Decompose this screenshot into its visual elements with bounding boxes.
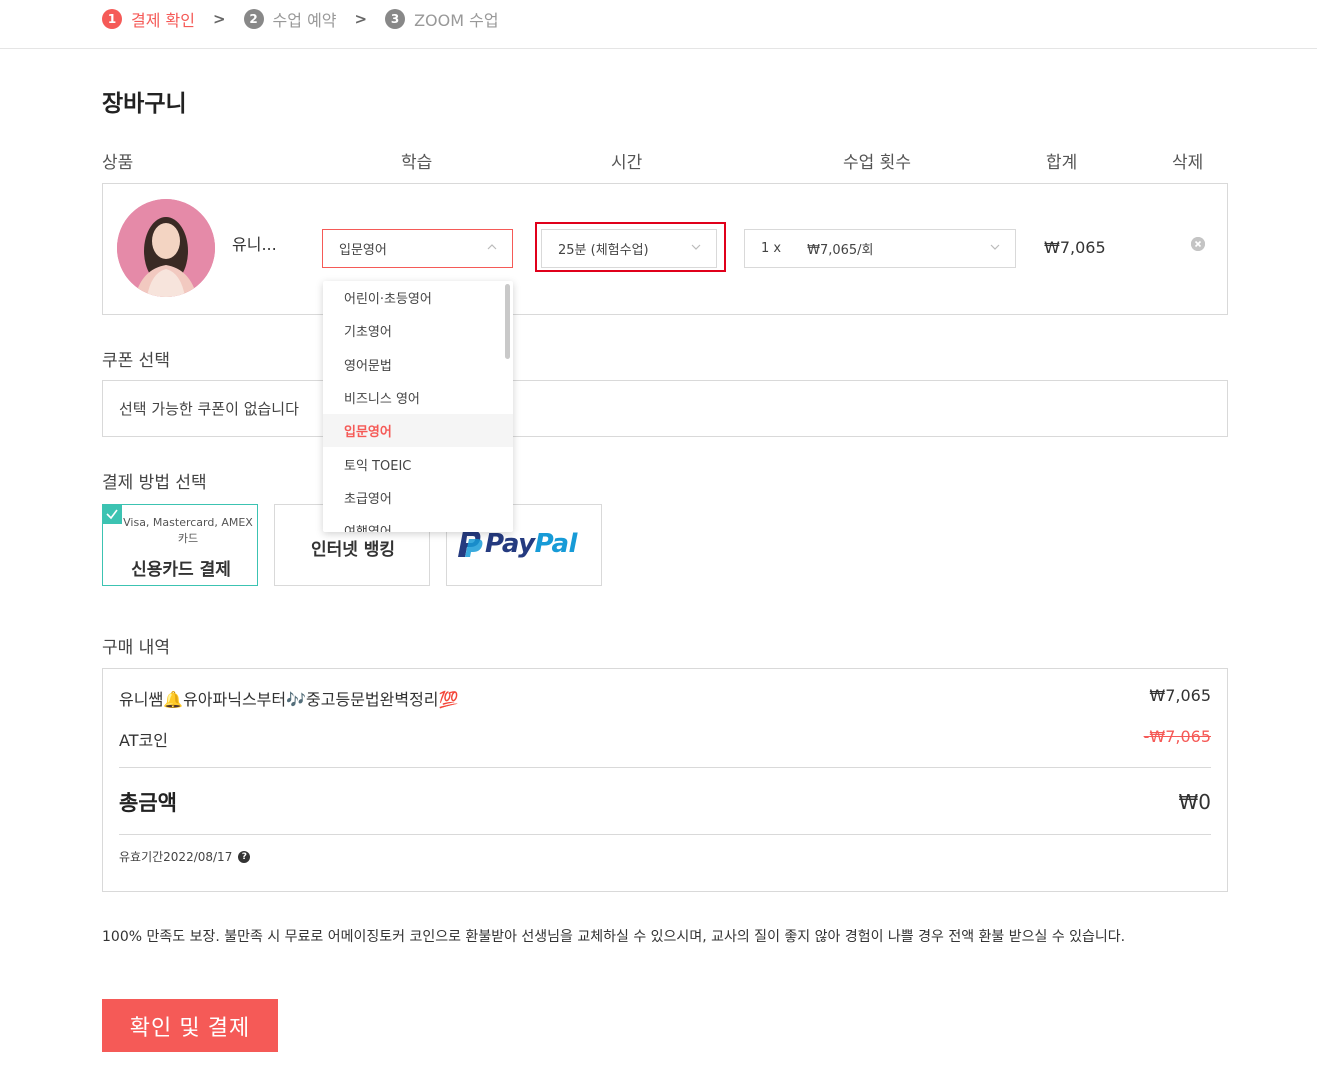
chevron-right-icon: > xyxy=(354,10,368,28)
lesson-count-select[interactable]: 1 x ₩7,065/회 xyxy=(744,229,1016,268)
coupon-select[interactable]: 선택 가능한 쿠폰이 없습니다 xyxy=(102,380,1228,437)
study-select[interactable]: 입문영어 xyxy=(322,229,513,268)
history-coin-label: AT코인 xyxy=(119,731,168,750)
paypal-logo: Pay Pal xyxy=(455,529,577,559)
coupon-placeholder: 선택 가능한 쿠폰이 없습니다 xyxy=(119,400,299,418)
credit-card-brands-line1: Visa, Mastercard, AMEX xyxy=(123,516,253,529)
top-divider xyxy=(0,48,1317,49)
step-label-2: 수업 예약 xyxy=(272,11,337,30)
coupon-label: 쿠폰 선택 xyxy=(102,351,170,371)
step-class-booking: 2 수업 예약 xyxy=(243,7,337,31)
history-item-price: ₩7,065 xyxy=(1149,686,1211,705)
header-delete: 삭제 xyxy=(1172,153,1204,173)
dropdown-item[interactable]: 여행영어 xyxy=(323,514,513,532)
dropdown-item-selected[interactable]: 입문영어 xyxy=(323,414,513,448)
dropdown-scrollbar[interactable] xyxy=(505,284,510,359)
credit-card-brands-line2: 카드 xyxy=(177,532,199,545)
step-number-2: 2 xyxy=(243,9,264,29)
credit-card-option[interactable]: Visa, Mastercard, AMEX 카드 신용카드 결제 xyxy=(102,504,258,586)
credit-card-label: 신용카드 결제 xyxy=(131,560,231,580)
delete-item-button[interactable] xyxy=(1191,237,1205,251)
validity-text: 유효기간2022/08/17 xyxy=(119,850,233,864)
header-count: 수업 횟수 xyxy=(843,153,911,173)
dropdown-item[interactable]: 기초영어 xyxy=(323,314,513,347)
header-total: 합계 xyxy=(1046,153,1078,173)
dropdown-item[interactable]: 영어문법 xyxy=(323,348,513,381)
count-price: ₩7,065/회 xyxy=(807,243,874,258)
header-study: 학습 xyxy=(401,153,433,173)
checkout-steps: 1 결제 확인 > 2 수업 예약 > 3 ZOOM 수업 xyxy=(102,6,499,32)
dropdown-item[interactable]: 비즈니스 영어 xyxy=(323,381,513,414)
header-time: 시간 xyxy=(611,153,643,173)
total-label: 총금액 xyxy=(119,791,177,815)
dropdown-item[interactable]: 초급영어 xyxy=(323,481,513,514)
internet-banking-label: 인터넷 뱅킹 xyxy=(310,540,396,560)
study-select-value: 입문영어 xyxy=(339,243,387,258)
history-item-row: 유니쌤🔔유아파닉스부터🎶중고등문법완벽정리💯 ₩7,065 xyxy=(119,686,1211,710)
help-icon[interactable]: ? xyxy=(238,850,251,863)
history-coin-value: -₩7,065 xyxy=(1143,727,1211,746)
chevron-right-icon: > xyxy=(212,10,226,28)
page-title: 장바구니 xyxy=(102,91,187,117)
product-name[interactable]: 유니... xyxy=(232,231,277,255)
history-total-row: 총금액 ₩0 xyxy=(119,787,1211,817)
chevron-down-icon xyxy=(989,241,1001,253)
header-product: 상품 xyxy=(102,153,134,173)
step-number-1: 1 xyxy=(102,9,122,29)
confirm-and-pay-button[interactable]: 확인 및 결제 xyxy=(102,999,278,1052)
close-icon xyxy=(1191,237,1205,251)
validity-info: 유효기간2022/08/17 ? xyxy=(119,848,251,865)
step-payment-confirm: 1 결제 확인 xyxy=(102,7,195,31)
chevron-up-icon xyxy=(486,241,498,253)
history-item-name: 유니쌤🔔유아파닉스부터🎶중고등문법완벽정리💯 xyxy=(119,690,459,709)
purchase-history-label: 구매 내역 xyxy=(102,638,170,658)
step-number-3: 3 xyxy=(385,9,406,29)
satisfaction-notice: 100% 만족도 보장. 불만족 시 무료로 어메이징토커 코인으로 환불받아 … xyxy=(102,929,1126,945)
credit-card-brands: Visa, Mastercard, AMEX 카드 xyxy=(123,515,253,547)
row-total-price: ₩7,065 xyxy=(1044,238,1106,257)
payment-method-label: 결제 방법 선택 xyxy=(102,473,207,493)
study-dropdown-menu[interactable]: 어린이·초등영어 기초영어 영어문법 비즈니스 영어 입문영어 토익 TOEIC… xyxy=(323,281,513,532)
history-divider xyxy=(119,834,1211,835)
count-multiplier: 1 x xyxy=(761,241,782,256)
purchase-history-box: 유니쌤🔔유아파닉스부터🎶중고등문법완벽정리💯 ₩7,065 AT코인 -₩7,0… xyxy=(102,668,1228,892)
step-zoom-class: 3 ZOOM 수업 xyxy=(385,7,499,31)
total-value: ₩0 xyxy=(1178,790,1212,814)
time-select-highlight xyxy=(535,222,726,272)
check-icon xyxy=(102,504,122,524)
teacher-avatar[interactable] xyxy=(117,199,215,297)
paypal-text-pal: Pal xyxy=(534,529,578,559)
step-label-1: 결제 확인 xyxy=(131,11,195,30)
step-label-3: ZOOM 수업 xyxy=(414,11,499,30)
dropdown-item[interactable]: 어린이·초등영어 xyxy=(323,281,513,314)
paypal-text-pay: Pay xyxy=(485,529,535,559)
paypal-icon xyxy=(458,531,483,557)
dropdown-item[interactable]: 토익 TOEIC xyxy=(323,447,513,480)
history-divider xyxy=(119,767,1211,768)
history-coin-row: AT코인 -₩7,065 xyxy=(119,727,1211,751)
